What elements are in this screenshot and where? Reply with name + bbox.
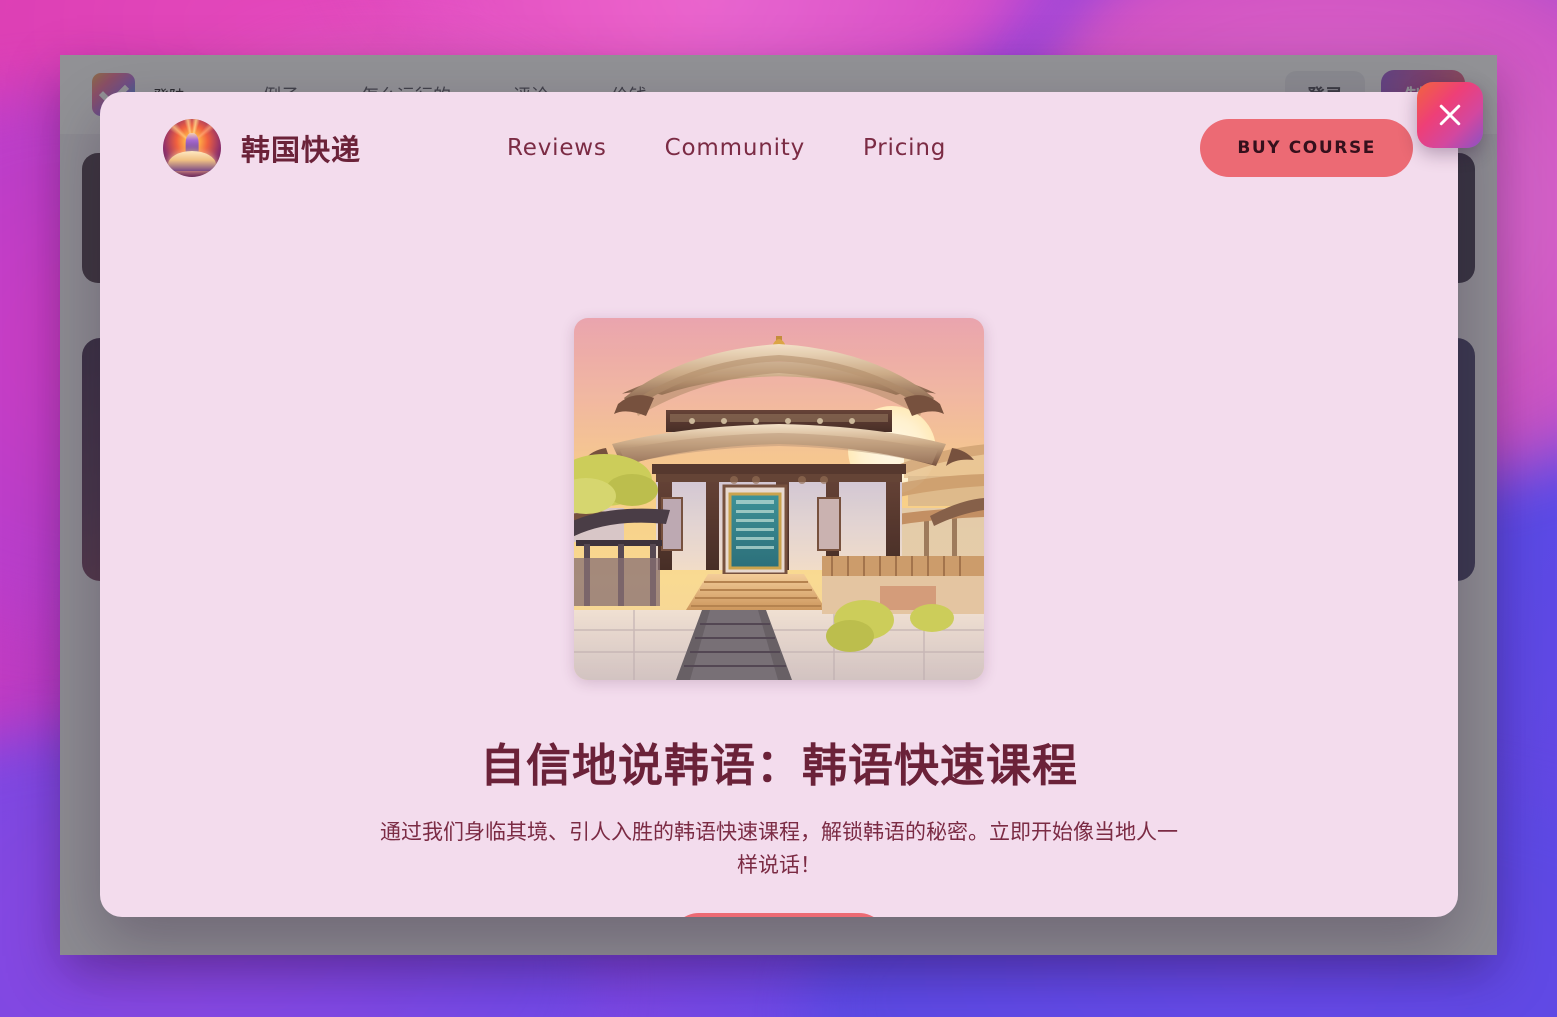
page-title: 自信地说韩语：韩语快速课程 [479, 740, 1078, 791]
modal-nav-item-reviews[interactable]: Reviews [507, 135, 607, 161]
course-modal: 韩国快递 Reviews Community Pricing BUY COURS… [100, 92, 1458, 917]
modal-nav-item-community[interactable]: Community [665, 135, 805, 161]
close-modal-button[interactable] [1417, 82, 1483, 148]
close-icon [1439, 104, 1461, 126]
logo-book [167, 151, 217, 172]
page-subtitle: 通过我们身临其境、引人入胜的韩语快速课程，解锁韩语的秘密。立即开始像当地人一样说… [380, 821, 1178, 877]
glowing-book-logo-icon [163, 119, 221, 177]
modal-nav: Reviews Community Pricing [507, 135, 946, 161]
modal-body: 自信地说韩语：韩语快速课程 通过我们身临其境、引人入胜的韩语快速课程，解锁韩语的… [100, 204, 1458, 917]
modal-brand-title: 韩国快递 [241, 135, 362, 167]
buy-course-button[interactable]: BUY COURSE [1200, 119, 1413, 177]
modal-header: 韩国快递 Reviews Community Pricing BUY COURS… [100, 92, 1458, 204]
cta-buy-course-button[interactable]: BUY COURSE [669, 913, 889, 917]
korean-temple-sunset-illustration [574, 318, 984, 680]
modal-nav-item-pricing[interactable]: Pricing [863, 135, 946, 161]
